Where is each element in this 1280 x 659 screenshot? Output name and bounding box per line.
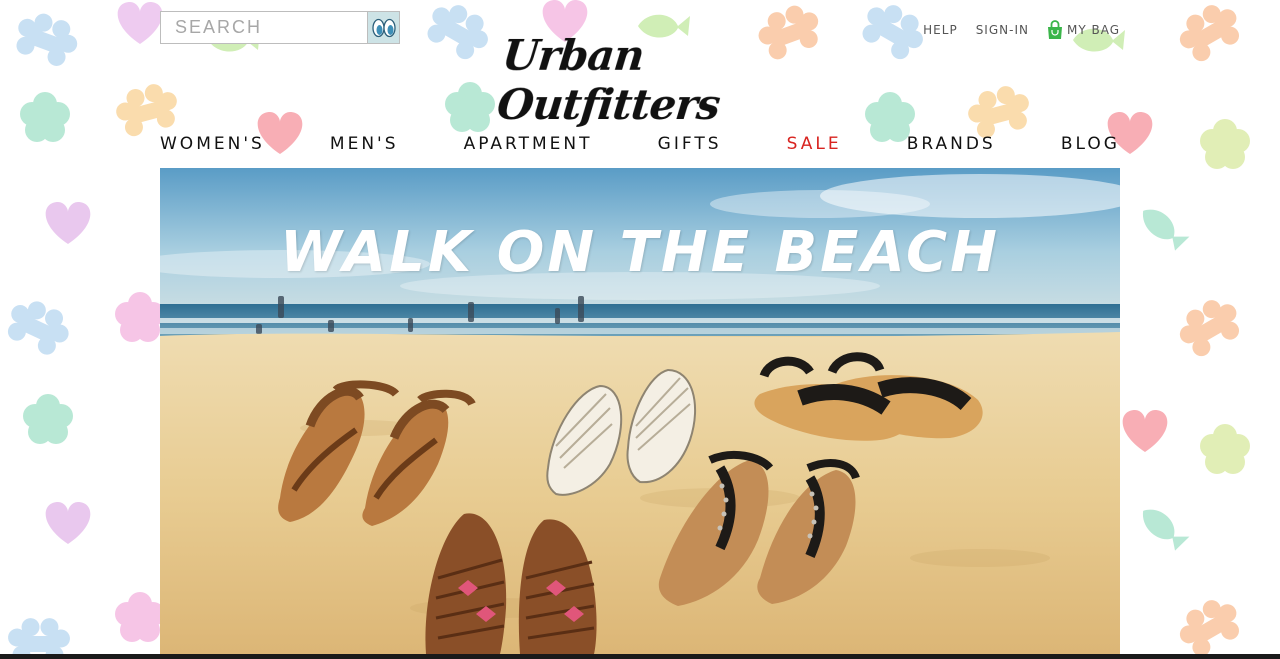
help-link[interactable]: HELP [923, 23, 958, 37]
nav-gifts[interactable]: GIFTS [658, 134, 722, 154]
nav-brands[interactable]: BRANDS [907, 134, 996, 154]
my-bag-label: MY BAG [1066, 23, 1120, 37]
nav-blog[interactable]: BLOG [1061, 134, 1120, 154]
my-bag-link[interactable]: MY BAG [1047, 20, 1120, 40]
site-logo[interactable]: Urban Outfitters [495, 31, 784, 129]
nav-womens[interactable]: WOMEN'S [160, 134, 265, 154]
sign-in-link[interactable]: SIGN-IN [976, 23, 1029, 37]
utility-links: HELP SIGN-IN MY BAG [905, 20, 1120, 40]
nav-mens[interactable]: MEN'S [330, 134, 399, 154]
window-bottom-edge [0, 654, 1280, 659]
search-input[interactable] [161, 12, 368, 43]
shopping-bag-icon [1047, 20, 1062, 39]
search-bar [160, 11, 400, 44]
search-eyes-icon [371, 18, 396, 37]
nav-sale[interactable]: SALE [787, 134, 842, 154]
search-button[interactable] [367, 12, 399, 43]
nav-apartment[interactable]: APARTMENT [464, 134, 593, 154]
hero-banner[interactable]: WALK ON THE BEACH [160, 168, 1120, 654]
main-nav: WOMEN'S MEN'S APARTMENT GIFTS SALE BRAND… [160, 132, 1120, 156]
hero-title: WALK ON THE BEACH [280, 220, 1000, 285]
